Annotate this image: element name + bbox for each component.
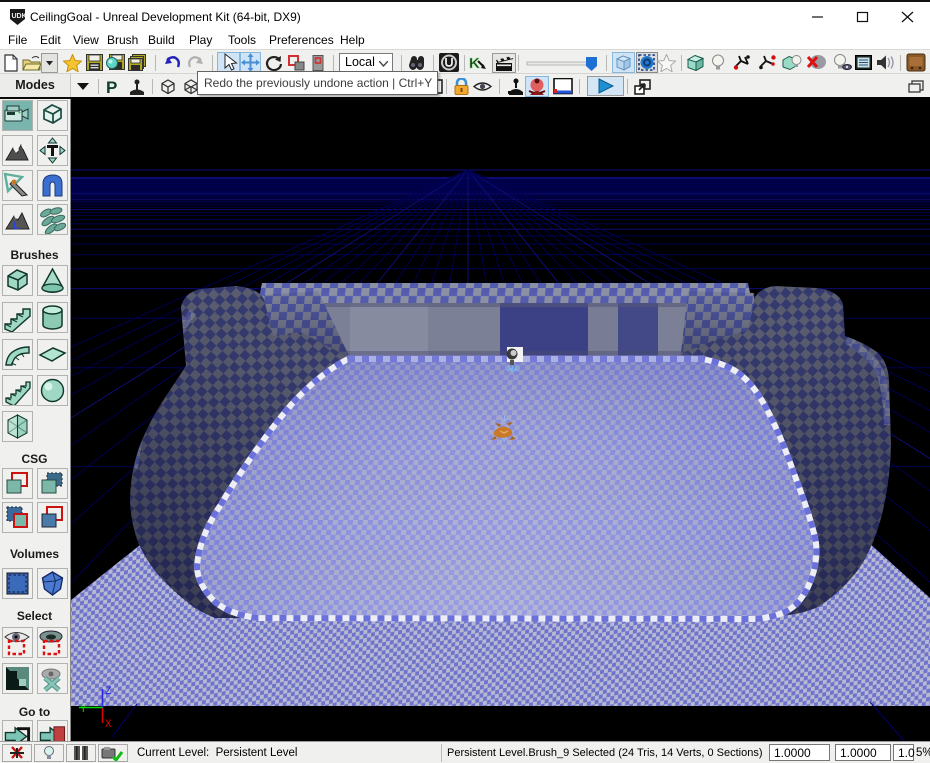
svg-text:K: K [469,55,480,71]
svg-text:Z: Z [105,686,112,698]
svg-text:P: P [106,78,117,95]
svg-text:UDK: UDK [12,13,26,20]
svg-text:X: X [105,719,112,731]
svg-text:Y: Y [80,704,87,716]
svg-text:L: L [13,220,20,232]
